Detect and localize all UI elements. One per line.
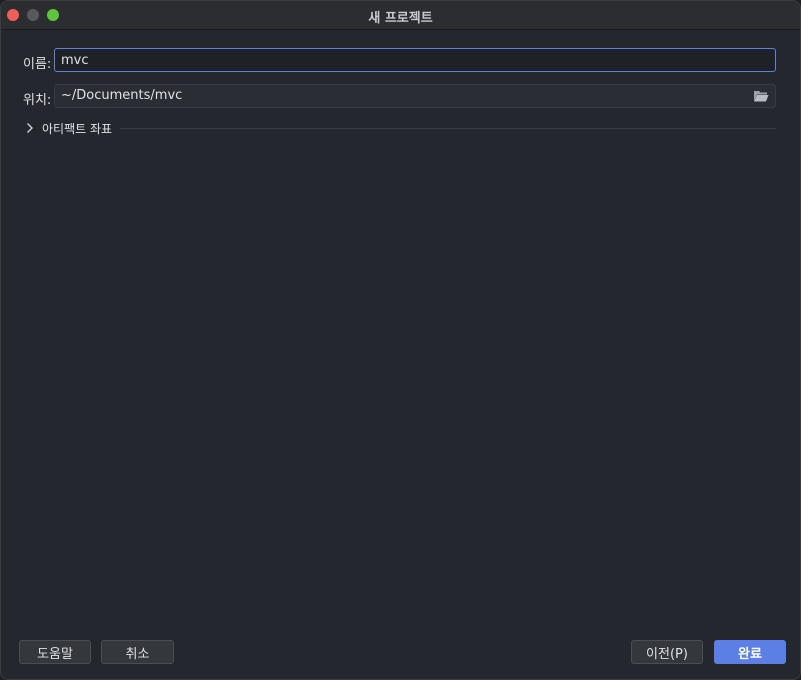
chevron-right-icon[interactable] <box>23 121 37 135</box>
cancel-button[interactable]: 취소 <box>101 640 174 664</box>
title-bar: 새 프로젝트 <box>1 1 800 30</box>
artifact-coordinates-label: 아티팩트 좌표 <box>42 121 113 136</box>
previous-button[interactable]: 이전(P) <box>631 640 703 664</box>
section-divider <box>120 127 776 129</box>
artifact-coordinates-section[interactable]: 아티팩트 좌표 <box>23 119 776 137</box>
finish-button[interactable]: 완료 <box>714 640 786 664</box>
window-title: 새 프로젝트 <box>368 11 433 26</box>
new-project-dialog: 새 프로젝트 이름: 위치: ~/Documents/mvc 아티팩트 좌표 도… <box>0 0 801 680</box>
location-label: 위치: <box>23 93 52 108</box>
name-input[interactable] <box>54 48 776 72</box>
help-button[interactable]: 도움말 <box>19 640 91 664</box>
location-value: ~/Documents/mvc <box>61 88 183 103</box>
location-field[interactable]: ~/Documents/mvc <box>54 84 776 108</box>
folder-open-icon[interactable] <box>753 89 769 103</box>
name-label: 이름: <box>23 57 52 72</box>
